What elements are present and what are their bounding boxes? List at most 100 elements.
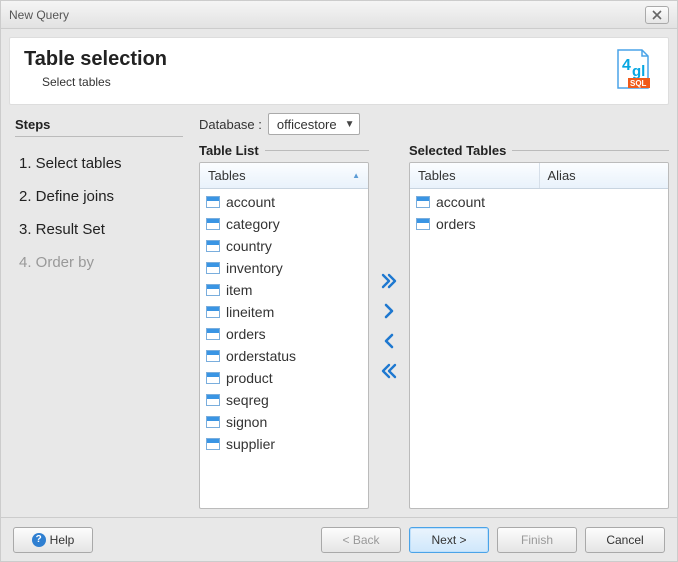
close-icon [652,10,662,20]
step-select-tables[interactable]: 1. Select tables [15,147,183,180]
svg-text:gl: gl [632,63,645,80]
wizard-body: Steps 1. Select tables 2. Define joins 3… [9,113,669,509]
table-icon [206,196,220,208]
table-row[interactable]: orders [410,213,668,235]
table-icon [206,372,220,384]
list-item-label: orders [226,326,362,342]
table-icon [206,218,220,230]
list-item[interactable]: seqreg [200,389,368,411]
list-item[interactable]: item [200,279,368,301]
table-list-col-header: Tables [208,168,246,183]
list-item-label: account [226,194,362,210]
list-item[interactable]: signon [200,411,368,433]
list-item-label: item [226,282,362,298]
table-icon [206,306,220,318]
divider [512,150,669,151]
add-all-button[interactable] [379,272,399,290]
step-order-by: 4. Order by [15,246,183,279]
table-icon [206,394,220,406]
wizard-footer: ? Help < Back Next > Finish Cancel [1,517,677,561]
table-icon [206,240,220,252]
database-row: Database : officestore ▼ [199,113,669,135]
list-item-label: category [226,216,362,232]
wizard-header: Table selection Select tables 4 gl SQL [9,37,669,105]
svg-text:4: 4 [622,57,631,74]
divider [265,150,369,151]
database-label: Database : [199,117,262,132]
selected-name: account [436,194,546,210]
page-title: Table selection [24,48,167,71]
table-row[interactable]: account [410,191,668,213]
window-title: New Query [9,8,69,22]
next-button[interactable]: Next > [409,527,489,553]
remove-button[interactable] [379,332,399,350]
finish-button[interactable]: Finish [497,527,577,553]
remove-all-button[interactable] [379,362,399,380]
dialog-window: New Query Table selection Select tables … [0,0,678,562]
move-buttons [377,143,401,509]
table-list-header[interactable]: Tables ▲ [200,163,368,189]
chevron-down-icon: ▼ [345,119,355,130]
table-icon [206,416,220,428]
table-list-section: Table List Tables ▲ account category count… [199,143,369,509]
database-selected-value: officestore [277,117,337,132]
steps-heading: Steps [15,117,183,132]
table-list-body[interactable]: account category country inventory item linei… [200,189,368,508]
list-item[interactable]: inventory [200,257,368,279]
list-item[interactable]: account [200,191,368,213]
list-item[interactable]: country [200,235,368,257]
left-icon [381,333,397,349]
selected-tables-label: Selected Tables [409,143,506,158]
product-logo-icon: 4 gl SQL [612,48,654,90]
list-item[interactable]: supplier [200,433,368,455]
double-left-icon [381,363,397,379]
steps-panel: Steps 1. Select tables 2. Define joins 3… [9,113,189,509]
selected-tables-section: Selected Tables Tables Alias account orde… [409,143,669,509]
add-button[interactable] [379,302,399,320]
list-item[interactable]: orders [200,323,368,345]
selected-name: orders [436,216,546,232]
table-icon [206,438,220,450]
list-item-label: signon [226,414,362,430]
list-item-label: product [226,370,362,386]
selected-col-tables: Tables [418,168,456,183]
table-icon [206,284,220,296]
divider [15,136,183,137]
list-item[interactable]: product [200,367,368,389]
table-list-label: Table List [199,143,259,158]
list-item[interactable]: orderstatus [200,345,368,367]
selected-col-alias: Alias [548,168,576,183]
table-list-box[interactable]: Tables ▲ account category country inventory… [199,162,369,509]
selected-tables-box[interactable]: Tables Alias account orders [409,162,669,509]
table-icon [206,328,220,340]
list-item-label: seqreg [226,392,362,408]
sort-asc-icon: ▲ [352,171,360,180]
table-icon [206,350,220,362]
list-item-label: lineitem [226,304,362,320]
list-item[interactable]: category [200,213,368,235]
step-define-joins[interactable]: 2. Define joins [15,180,183,213]
selected-tables-body[interactable]: account orders [410,189,668,508]
table-icon [416,218,430,230]
page-subtitle: Select tables [42,75,167,89]
list-item-label: supplier [226,436,362,452]
database-select[interactable]: officestore ▼ [268,113,360,135]
list-item-label: orderstatus [226,348,362,364]
lists-row: Table List Tables ▲ account category count… [199,143,669,509]
close-button[interactable] [645,6,669,24]
list-item-label: country [226,238,362,254]
list-item[interactable]: lineitem [200,301,368,323]
cancel-button[interactable]: Cancel [585,527,665,553]
main-panel: Database : officestore ▼ Table List [199,113,669,509]
help-icon: ? [32,533,46,547]
svg-text:SQL: SQL [630,79,647,88]
titlebar: New Query [1,1,677,29]
double-right-icon [381,273,397,289]
selected-tables-header[interactable]: Tables Alias [410,163,668,189]
help-button[interactable]: ? Help [13,527,93,553]
list-item-label: inventory [226,260,362,276]
right-icon [381,303,397,319]
table-icon [416,196,430,208]
step-result-set[interactable]: 3. Result Set [15,213,183,246]
back-button[interactable]: < Back [321,527,401,553]
